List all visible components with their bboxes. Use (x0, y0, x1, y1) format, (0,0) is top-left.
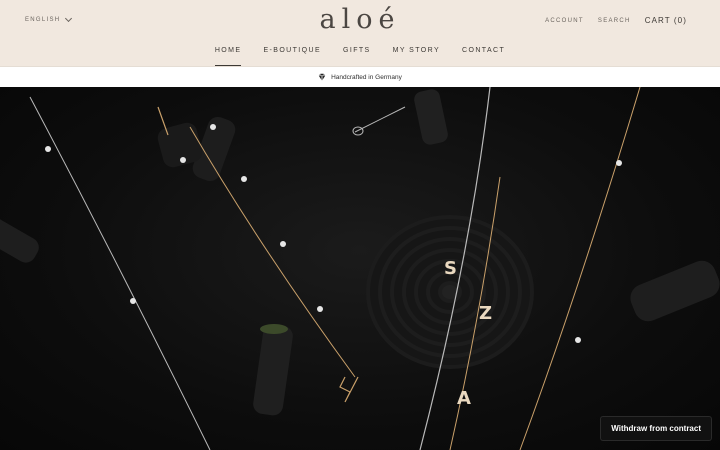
menu-item-contact[interactable]: CONTACT (462, 47, 505, 66)
pendant-letter-z: Z (479, 303, 492, 324)
account-link[interactable]: ACCOUNT (545, 18, 584, 24)
site-header: ENGLISH aloé ACCOUNT SEARCH CART (0) HOM… (0, 0, 720, 66)
header-utility-nav: ACCOUNT SEARCH CART (0) (545, 16, 687, 25)
spiral-tray (366, 215, 534, 369)
hero-image[interactable]: S Z A Withdraw from contract (0, 87, 720, 450)
diamond-icon (318, 73, 326, 81)
pendant-letter-s: S (444, 258, 457, 279)
withdraw-contract-button[interactable]: Withdraw from contract (601, 417, 711, 440)
pendant-letter-a: A (457, 388, 471, 409)
menu-item-my-story[interactable]: MY STORY (393, 47, 440, 66)
announcement-bar: Handcrafted in Germany (0, 66, 720, 87)
gemstones (45, 124, 622, 343)
announcement-text: Handcrafted in Germany (331, 73, 402, 81)
search-link[interactable]: SEARCH (598, 18, 631, 24)
chains (29, 87, 641, 450)
main-menu: HOME E-BOUTIQUE GIFTS MY STORY CONTACT (0, 47, 720, 66)
cart-link[interactable]: CART (0) (645, 16, 687, 25)
menu-item-gifts[interactable]: GIFTS (343, 47, 371, 66)
menu-item-e-boutique[interactable]: E-BOUTIQUE (263, 47, 321, 66)
menu-item-home[interactable]: HOME (214, 47, 242, 66)
jewelry-photo: S Z A (0, 87, 720, 450)
black-tube-props (0, 89, 720, 416)
